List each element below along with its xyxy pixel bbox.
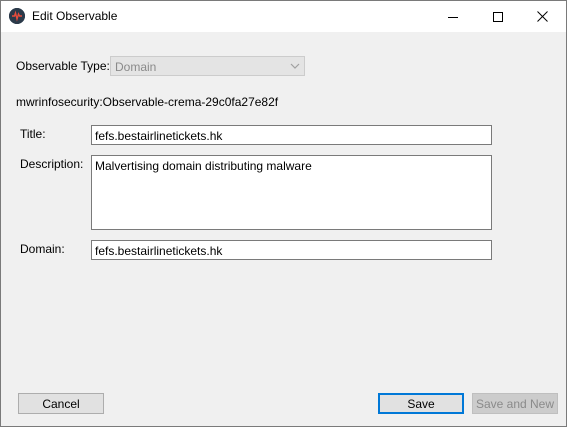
- minimize-icon: [447, 16, 458, 18]
- observable-type-label: Observable Type:: [16, 59, 110, 73]
- title-bar[interactable]: Edit Observable: [1, 1, 566, 32]
- description-input[interactable]: Malvertising domain distributing malware: [91, 155, 492, 230]
- domain-input[interactable]: fefs.bestairlinetickets.hk: [91, 240, 492, 260]
- close-button[interactable]: [520, 1, 565, 32]
- title-input[interactable]: fefs.bestairlinetickets.hk: [91, 125, 492, 145]
- maximize-button[interactable]: [475, 1, 520, 32]
- minimize-button[interactable]: [430, 1, 475, 32]
- observable-id: mwrinfosecurity:Observable-crema-29c0fa2…: [16, 95, 279, 109]
- edit-observable-window: Edit Observable Observable Type: Domain …: [0, 0, 567, 427]
- description-label: Description:: [20, 157, 84, 171]
- title-label: Title:: [20, 127, 46, 141]
- observable-type-select[interactable]: Domain: [110, 56, 305, 76]
- save-button[interactable]: Save: [378, 393, 464, 414]
- maximize-icon: [492, 11, 503, 22]
- app-icon: [9, 8, 25, 24]
- window-title: Edit Observable: [32, 9, 118, 23]
- observable-type-value: Domain: [115, 60, 157, 74]
- cancel-button[interactable]: Cancel: [18, 393, 104, 414]
- chevron-down-icon: [290, 63, 300, 69]
- close-icon: [537, 11, 548, 22]
- save-and-new-button[interactable]: Save and New: [472, 393, 558, 414]
- domain-label: Domain:: [20, 242, 65, 256]
